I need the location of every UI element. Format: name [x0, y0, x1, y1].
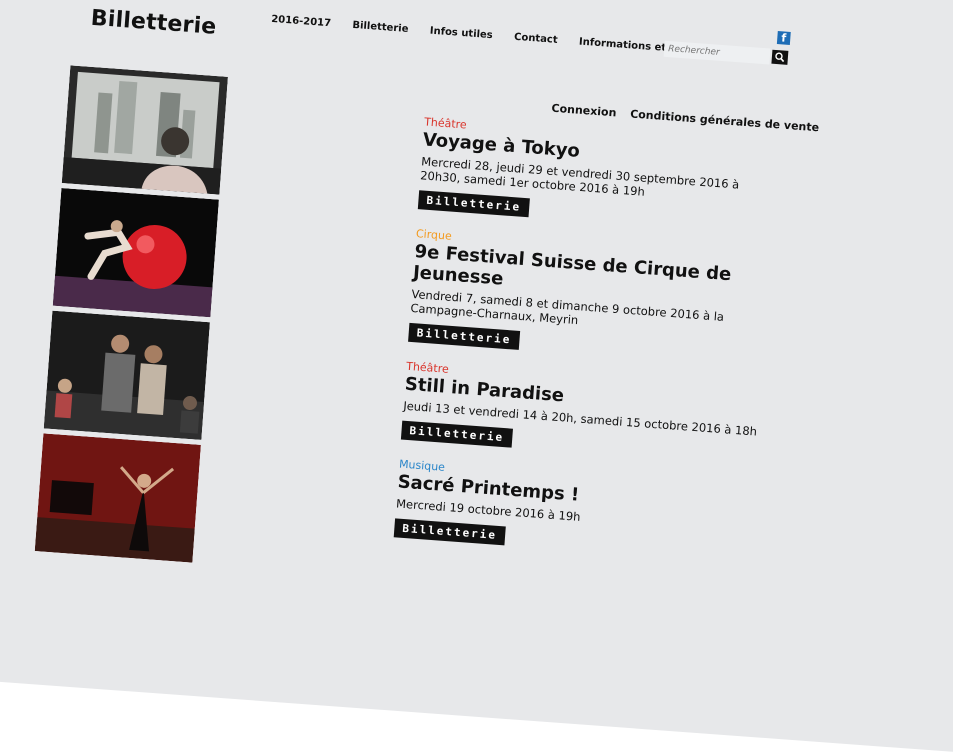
list-item: Cirque 9e Festival Suisse de Cirque de J…	[408, 227, 775, 368]
billetterie-button[interactable]: Billetterie	[408, 322, 521, 350]
facebook-icon[interactable]: f	[776, 31, 791, 45]
event-list: Théâtre Voyage à Tokyo Mercredi 28, jeud…	[392, 115, 783, 581]
list-item: Musique Sacré Printemps ! Mercredi 19 oc…	[393, 457, 759, 563]
billetterie-button[interactable]: Billetterie	[400, 420, 513, 448]
search-icon[interactable]	[771, 49, 789, 65]
billetterie-button[interactable]: Billetterie	[393, 518, 506, 546]
tokyo-window-photo[interactable]	[61, 65, 228, 195]
circus-ball-photo[interactable]	[52, 188, 219, 318]
billetterie-button[interactable]: Billetterie	[417, 190, 530, 218]
singer-red-stage-photo[interactable]	[34, 433, 201, 563]
stage-audience-photo[interactable]	[43, 310, 210, 440]
page: 2016-2017 Billetterie Infos utiles Conta…	[0, 0, 953, 756]
list-item: Théâtre Still in Paradise Jeudi 13 et ve…	[400, 360, 766, 466]
